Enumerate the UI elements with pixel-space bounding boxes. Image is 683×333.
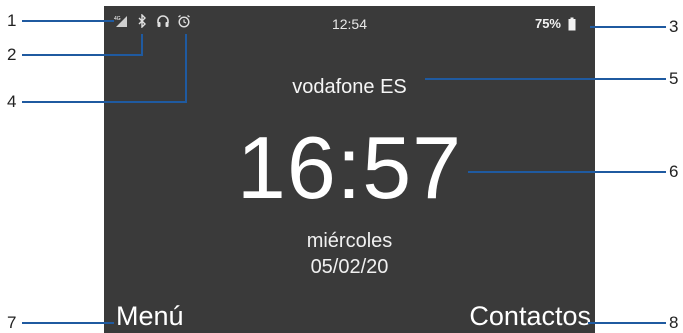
callout-line-2b <box>141 34 143 56</box>
phone-screen: 4G 12:54 75% vodafone ES 16:57 miércoles… <box>104 6 595 333</box>
weekday: miércoles <box>306 230 393 252</box>
menu-softkey[interactable]: Menú <box>116 299 184 333</box>
callout-2: 2 <box>7 45 17 64</box>
callout-6: 6 <box>669 162 679 181</box>
callout-line-3 <box>590 26 666 28</box>
battery-status: 75% <box>535 16 579 31</box>
callout-line-6 <box>468 171 666 173</box>
battery-icon <box>565 17 579 31</box>
callout-4: 4 <box>7 92 17 111</box>
callout-line-4a <box>22 101 186 103</box>
callout-line-2a <box>22 54 142 56</box>
status-time: 12:54 <box>331 16 368 32</box>
callout-3: 3 <box>669 17 679 36</box>
callout-7: 7 <box>7 313 17 332</box>
callout-line-8 <box>588 322 666 324</box>
callout-line-1 <box>22 20 114 22</box>
clock: 16:57 <box>236 118 463 217</box>
callout-line-4b <box>185 34 187 103</box>
contacts-softkey[interactable]: Contactos <box>469 299 591 333</box>
callout-5: 5 <box>669 69 679 88</box>
callout-1: 1 <box>7 11 17 30</box>
date: 05/02/20 <box>310 256 389 278</box>
callout-line-7 <box>22 322 114 324</box>
callout-8: 8 <box>669 313 679 332</box>
battery-percent: 75% <box>534 16 561 31</box>
callout-line-5 <box>425 78 666 80</box>
